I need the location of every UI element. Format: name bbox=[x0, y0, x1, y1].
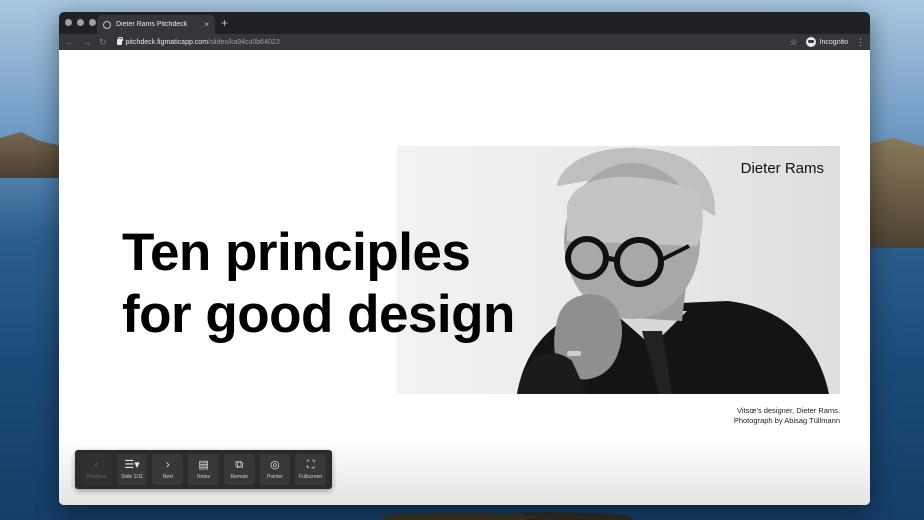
lock-icon bbox=[116, 37, 123, 45]
caption-line-1: Vitsœ's designer, Dieter Rams. bbox=[737, 406, 840, 415]
control-label: Previous bbox=[86, 473, 107, 480]
forward-button[interactable]: → bbox=[82, 34, 91, 50]
incognito-indicator[interactable]: Incognito bbox=[805, 37, 848, 47]
photo-caption: Vitsœ's designer, Dieter Rams. Photograp… bbox=[734, 406, 840, 426]
notes-icon: ▤ bbox=[198, 458, 209, 471]
address-bar[interactable]: pitchdeck.figmaticapp.com/slides/ka94cu0… bbox=[116, 37, 280, 46]
control-label: Next bbox=[162, 473, 173, 480]
remote-button[interactable]: ⧉ Remote bbox=[223, 454, 255, 485]
url-path: /slides/ka94cu0b64023 bbox=[208, 38, 280, 46]
reload-button[interactable]: ↻ bbox=[99, 34, 107, 50]
minimize-window-button[interactable] bbox=[77, 19, 84, 26]
toolbar-right: ☆ Incognito ⋮ bbox=[790, 34, 865, 50]
headline-line-2: for good design bbox=[122, 285, 515, 344]
chevron-right-icon: › bbox=[165, 458, 170, 471]
browser-tab[interactable]: Dieter Rams Pitchdeck × bbox=[97, 15, 215, 34]
pointer-button[interactable]: ◎ Pointer bbox=[259, 454, 291, 485]
favicon-icon bbox=[103, 20, 111, 29]
control-label: Slide 1/11 bbox=[121, 473, 144, 480]
browser-toolbar: ← → ↻ pitchdeck.figmaticapp.com/slides/k… bbox=[59, 34, 870, 50]
remote-devices-icon: ⧉ bbox=[235, 458, 244, 471]
notes-button[interactable]: ▤ Notes bbox=[188, 454, 219, 485]
photo-label: Dieter Rams bbox=[740, 160, 824, 177]
control-label: Remote bbox=[230, 473, 248, 480]
tab-strip: Dieter Rams Pitchdeck × + bbox=[59, 12, 870, 34]
bookmark-star-icon[interactable]: ☆ bbox=[790, 37, 798, 48]
maximize-window-button[interactable] bbox=[89, 19, 96, 26]
browser-window: Dieter Rams Pitchdeck × + ← → ↻ pitchdec… bbox=[59, 12, 870, 505]
headline-line-1: Ten principles bbox=[122, 223, 471, 282]
fullscreen-icon: ⛶ bbox=[306, 458, 315, 471]
incognito-label: Incognito bbox=[819, 38, 848, 46]
tab-close-icon[interactable]: × bbox=[204, 20, 209, 29]
window-controls bbox=[65, 19, 96, 26]
pointer-icon: ◎ bbox=[270, 458, 280, 471]
control-label: Fullscreen bbox=[299, 473, 323, 480]
presentation-controls: ‹ Previous ☰▾ Slide 1/11 › Next ▤ Notes ⧉ Remote ◎… bbox=[75, 450, 332, 489]
next-button[interactable]: › Next bbox=[152, 454, 184, 485]
url-host: pitchdeck.figmaticapp.com bbox=[125, 38, 209, 46]
previous-button[interactable]: ‹ Previous bbox=[81, 454, 112, 485]
slide-selector-button[interactable]: ☰▾ Slide 1/11 bbox=[116, 454, 148, 485]
new-tab-button[interactable]: + bbox=[221, 15, 228, 31]
list-icon: ☰▾ bbox=[124, 458, 140, 471]
browser-menu-icon[interactable]: ⋮ bbox=[856, 37, 865, 48]
close-window-button[interactable] bbox=[65, 19, 72, 26]
slide-headline: Ten principles for good design bbox=[122, 222, 542, 346]
control-label: Notes bbox=[196, 473, 211, 480]
slide-viewport: Dieter Rams Ten principles for good desi… bbox=[59, 50, 870, 505]
control-label: Pointer bbox=[267, 473, 283, 480]
incognito-icon bbox=[805, 37, 816, 47]
fullscreen-button[interactable]: ⛶ Fullscreen bbox=[295, 454, 327, 485]
back-button[interactable]: ← bbox=[65, 34, 74, 50]
caption-line-2: Photograph by Abisag Tüllmann bbox=[733, 416, 840, 425]
desktop-rocks bbox=[380, 506, 640, 520]
tab-title: Dieter Rams Pitchdeck bbox=[116, 21, 188, 28]
desktop-hill-right bbox=[864, 138, 924, 248]
chevron-left-icon: ‹ bbox=[94, 458, 99, 471]
